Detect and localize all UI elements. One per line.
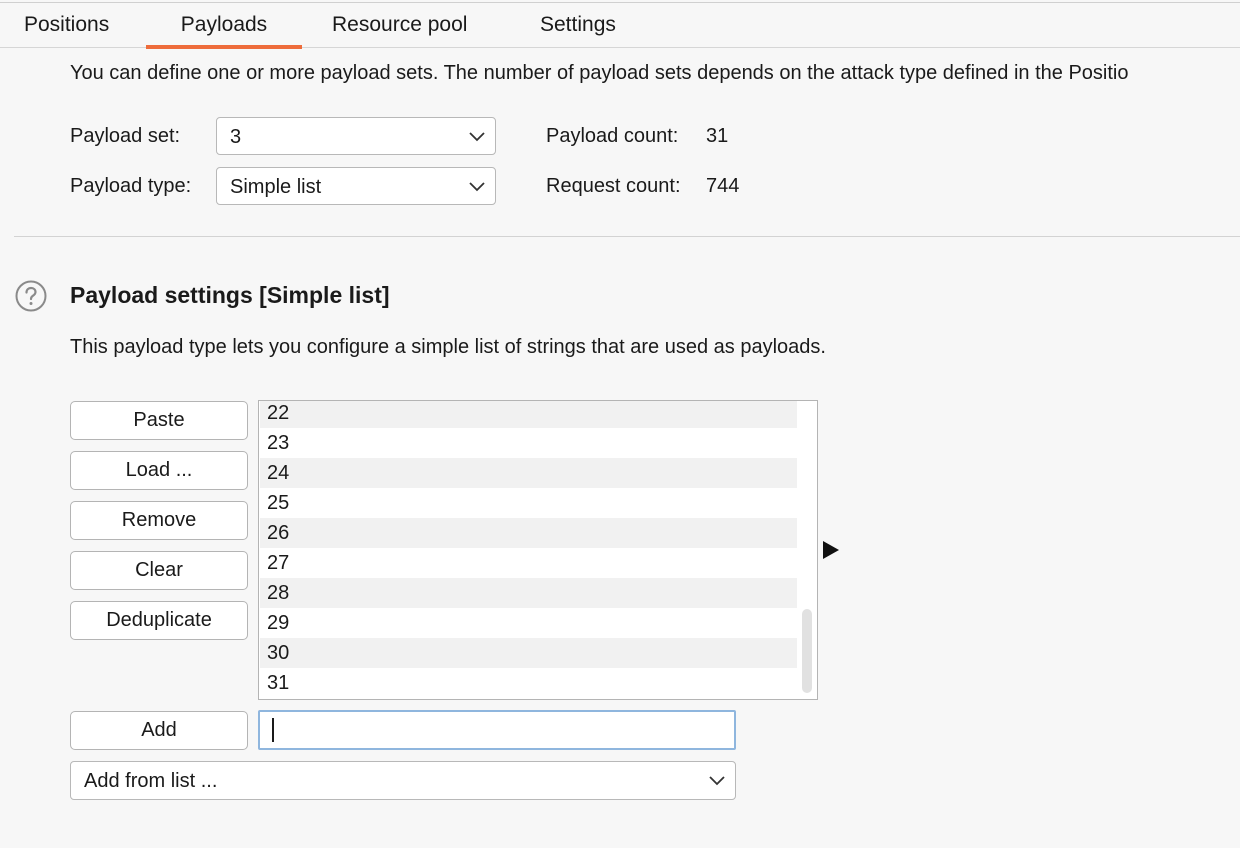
payload-type-label: Payload type: bbox=[70, 175, 192, 197]
paste-button[interactable]: Paste bbox=[70, 401, 248, 440]
payload-set-select[interactable]: 3 bbox=[216, 117, 496, 155]
list-item[interactable]: 24 bbox=[260, 458, 797, 488]
list-scrollbar[interactable] bbox=[802, 609, 812, 693]
text-caret bbox=[272, 718, 274, 742]
list-item[interactable]: 28 bbox=[260, 578, 797, 608]
list-item[interactable]: 27 bbox=[260, 548, 797, 578]
list-item[interactable]: 31 bbox=[260, 668, 797, 698]
add-from-list-select[interactable]: Add from list ... bbox=[70, 761, 736, 800]
section-description: This payload type lets you configure a s… bbox=[70, 336, 826, 358]
list-item[interactable]: 26 bbox=[260, 518, 797, 548]
section-title: Payload settings [Simple list] bbox=[70, 282, 390, 308]
payload-set-label: Payload set: bbox=[70, 125, 181, 147]
tab-payloads[interactable]: Payloads bbox=[146, 11, 302, 49]
list-item[interactable]: 22 bbox=[260, 401, 797, 428]
remove-button[interactable]: Remove bbox=[70, 501, 248, 540]
payload-set-value: 3 bbox=[230, 126, 242, 148]
payload-list[interactable]: 22 23 24 25 26 27 28 29 30 31 bbox=[258, 400, 818, 700]
payload-type-select[interactable]: Simple list bbox=[216, 167, 496, 205]
load-button[interactable]: Load ... bbox=[70, 451, 248, 490]
add-from-list-value: Add from list ... bbox=[84, 770, 218, 792]
clear-button[interactable]: Clear bbox=[70, 551, 248, 590]
add-button[interactable]: Add bbox=[70, 711, 248, 750]
request-count-label: Request count: bbox=[546, 175, 681, 197]
list-item[interactable]: 30 bbox=[260, 638, 797, 668]
intro-text: You can define one or more payload sets.… bbox=[70, 62, 1129, 84]
list-item[interactable]: 29 bbox=[260, 608, 797, 638]
tab-resource-pool[interactable]: Resource pool bbox=[332, 11, 467, 47]
tab-bar: Positions Payloads Resource pool Setting… bbox=[0, 3, 1240, 49]
tab-positions[interactable]: Positions bbox=[24, 11, 109, 47]
tab-settings[interactable]: Settings bbox=[540, 11, 616, 47]
chevron-down-icon bbox=[469, 132, 485, 142]
list-item[interactable]: 25 bbox=[260, 488, 797, 518]
payload-count-value: 31 bbox=[706, 125, 729, 147]
list-item[interactable]: 23 bbox=[260, 428, 797, 458]
request-count-value: 744 bbox=[706, 175, 740, 197]
payload-count-label: Payload count: bbox=[546, 125, 679, 147]
chevron-down-icon bbox=[709, 776, 725, 786]
help-icon[interactable] bbox=[15, 280, 47, 312]
play-arrow-icon bbox=[823, 541, 839, 559]
section-divider bbox=[14, 236, 1240, 237]
chevron-down-icon bbox=[469, 182, 485, 192]
deduplicate-button[interactable]: Deduplicate bbox=[70, 601, 248, 640]
payload-type-value: Simple list bbox=[230, 176, 322, 198]
add-payload-input[interactable] bbox=[258, 710, 736, 750]
